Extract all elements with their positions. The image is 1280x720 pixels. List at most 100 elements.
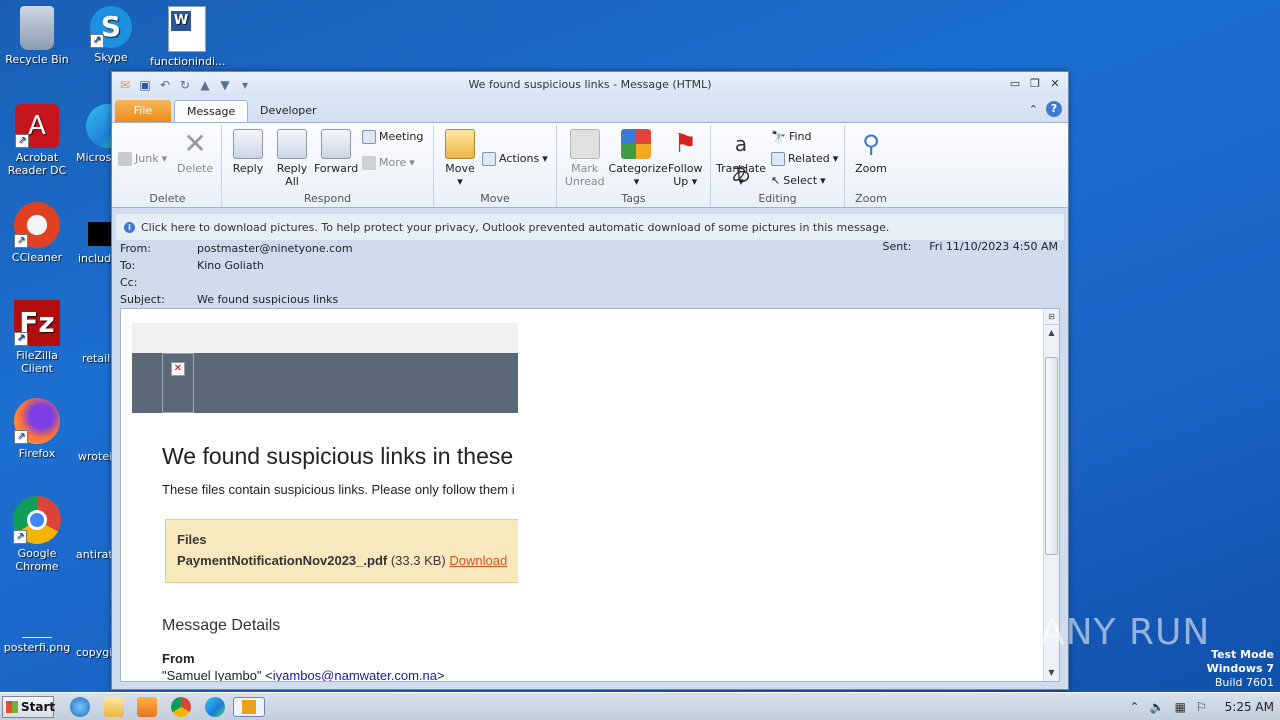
desktop-icon-filezilla[interactable]: Fz ↗ FileZilla Client [0,300,74,375]
start-button[interactable]: Start [2,696,55,718]
ie-taskbar-icon[interactable] [70,697,90,717]
files-box: Files PaymentNotificationNov2023_.pdf (3… [165,519,518,583]
minimize-button[interactable]: ▭ [1006,76,1024,91]
media-player-taskbar-icon[interactable] [137,697,157,717]
reply-all-button[interactable]: Reply All [270,127,314,188]
categorize-button[interactable]: Categorize ▾ [608,127,668,188]
zoom-button[interactable]: ⚲ Zoom [849,127,893,175]
firefox-icon: ↗ [14,398,60,444]
scroll-thumb[interactable] [1045,357,1058,555]
windows-flag-icon [6,701,18,713]
explorer-taskbar-icon[interactable] [104,697,124,717]
zoom-group: ⚲ Zoom Zoom [845,125,897,207]
forward-icon [321,129,351,159]
window-title: We found suspicious links - Message (HTM… [468,78,712,91]
magnifier-icon: ⚲ [862,130,880,158]
download-link[interactable]: Download [449,553,507,568]
translate-button[interactable]: aあ Translate ▾ [715,127,767,191]
desktop-icon-edge[interactable]: Microso [76,104,111,164]
taskbar: Start ⌃ 🔈 ▦ ⚐ 5:25 AM [0,692,1280,720]
outlook-taskbar-icon[interactable] [233,697,265,717]
junk-button[interactable]: Junk ▾ [118,149,167,169]
desktop-icon-ccleaner[interactable]: ↗ CCleaner [0,202,74,264]
move-button[interactable]: Move ▾ [438,127,482,188]
sender-email-link[interactable]: iyambos@namwater.com.na [273,668,437,681]
select-button[interactable]: ↖ Select ▾ [771,171,838,191]
scroll-up-arrow[interactable]: ▲ [1044,325,1059,341]
desktop-icon-includin[interactable]: includin [78,222,111,265]
black-file-icon [88,222,111,246]
desktop-icon-chrome[interactable]: ↗ Google Chrome [0,496,74,573]
desktop-icon-skype[interactable]: S ↗ Skype [74,6,148,64]
binoculars-icon: 🔭 [771,130,786,144]
email-banner: ✕ [132,353,518,413]
delete-button[interactable]: ✕ Delete [173,127,217,176]
message-headers: From: postmaster@ninetyone.com To: Kino Go… [120,240,1058,306]
edge-taskbar-icon[interactable] [205,697,225,717]
network-icon[interactable]: ▦ [1175,700,1186,714]
clock[interactable]: 5:25 AM [1225,700,1274,714]
outlook-message-window: ✉ ▣ ↶ ↻ ▲ ▼ ▾ We found suspicious links … [111,71,1069,690]
volume-icon[interactable]: 🔈 [1150,700,1165,714]
desktop-icon-word-doc[interactable]: W functionindi... [150,6,226,68]
meeting-button[interactable]: Meeting [362,127,423,147]
details-from-label: From [162,651,195,666]
broken-image-placeholder[interactable]: ✕ [162,353,194,413]
maximize-button[interactable]: ❐ [1026,76,1044,91]
png-file-icon [22,612,52,638]
more-icon [362,156,376,170]
title-bar: ✉ ▣ ↶ ↻ ▲ ▼ ▾ We found suspicious links … [112,72,1068,98]
ccleaner-icon: ↗ [14,202,60,248]
download-pictures-infobar[interactable]: i Click here to download pictures. To he… [116,214,1064,240]
from-value[interactable]: postmaster@ninetyone.com [197,240,353,257]
desktop-icon-retailt[interactable]: retailt [82,352,115,365]
scroll-options-icon[interactable]: ⊟ [1044,309,1059,325]
actions-button[interactable]: Actions ▾ [482,149,548,169]
related-icon [771,152,785,166]
sent-info: Sent: Fri 11/10/2023 4:50 AM [882,240,1058,253]
to-value[interactable]: Kino Goliath [197,257,264,274]
actions-icon [482,152,496,166]
meeting-icon [362,130,376,144]
desktop-icon-copygi[interactable]: copygi [76,646,112,659]
collapse-ribbon-icon[interactable]: ⌃ [1029,103,1038,116]
follow-up-button[interactable]: ⚑ Follow Up ▾ [664,127,706,188]
skype-icon: S ↗ [90,6,132,48]
reply-all-icon [277,129,307,159]
help-icon[interactable]: ? [1046,101,1062,117]
tab-message[interactable]: Message [174,100,249,122]
forward-button[interactable]: Forward [314,127,358,188]
mark-unread-button[interactable]: Mark Unread [561,127,608,188]
reply-button[interactable]: Reply [226,127,270,188]
action-center-flag-icon[interactable]: ⚐ [1196,700,1207,714]
system-tray: ⌃ 🔈 ▦ ⚐ 5:25 AM [1130,693,1274,720]
tags-group: Mark Unread Categorize ▾ ⚑ Follow Up ▾ T… [557,125,711,207]
more-button[interactable]: More ▾ [362,153,423,173]
chrome-taskbar-icon[interactable] [171,697,191,717]
close-button[interactable]: ✕ [1046,76,1064,91]
delete-x-icon: ✕ [183,127,207,160]
info-icon: i [124,221,135,233]
related-button[interactable]: Related ▾ [771,149,838,169]
file-line: PaymentNotificationNov2023_.pdf (33.3 KB… [177,553,518,568]
desktop-icon-acrobat[interactable]: A ↗ Acrobat Reader DC [0,104,74,177]
email-paragraph: These files contain suspicious links. Pl… [162,482,515,497]
tab-file[interactable]: File [115,100,171,122]
sent-date: Fri 11/10/2023 4:50 AM [929,240,1058,253]
email-heading: We found suspicious links in these f [162,443,518,469]
show-hidden-icons[interactable]: ⌃ [1130,700,1140,714]
files-title: Files [177,532,207,547]
desktop-icon-posterfi[interactable]: posterfi.png [0,612,74,654]
file-name: PaymentNotificationNov2023_.pdf [177,553,388,568]
move-folder-icon [445,129,475,159]
file-size: (33.3 KB) [390,553,446,568]
tab-developer[interactable]: Developer [248,100,329,122]
find-button[interactable]: 🔭 Find [771,127,838,147]
desktop-icon-antirati[interactable]: antirati [76,548,116,561]
desktop-icon-recycle-bin[interactable]: Recycle Bin [0,6,74,66]
acrobat-icon: A ↗ [15,104,59,148]
broken-image-icon: ✕ [171,362,185,376]
desktop-icon-firefox[interactable]: ↗ Firefox [0,398,74,460]
recycle-bin-icon [20,6,54,50]
scroll-down-arrow[interactable]: ▼ [1044,665,1059,681]
